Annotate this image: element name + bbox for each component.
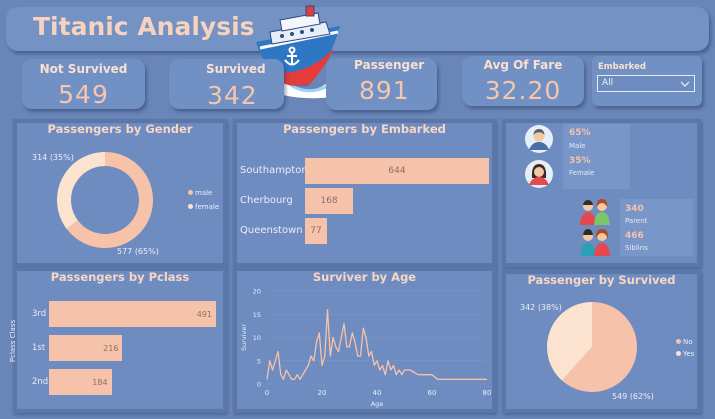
gender-legend-male: male — [188, 189, 212, 197]
male-percent: 65% — [569, 128, 591, 138]
x-tick-label: 80 — [483, 389, 492, 397]
y-tick-label: 20 — [253, 288, 261, 296]
legend-female-label: female — [195, 203, 220, 211]
male-label: Male — [569, 142, 586, 150]
slicer-label: Embarked — [598, 62, 646, 72]
legend-dot — [188, 190, 193, 195]
embarked-cat-2: Queenstown — [240, 225, 303, 236]
embarked-cat-1: Cherbourg — [240, 195, 293, 206]
pclass-value-2nd: 184 — [92, 378, 108, 387]
embarked-panel — [233, 119, 496, 267]
avg-fare-value: 32.20 — [484, 76, 562, 105]
not-survived-card: Not Survived 549 — [22, 59, 145, 109]
x-tick-label: 60 — [428, 389, 437, 397]
pclass-bar-3rd — [49, 301, 216, 327]
survived-legend-no: No — [676, 338, 693, 346]
male-avatar-icon — [525, 125, 553, 153]
survived-chart-title: Passenger by Survived — [527, 273, 676, 287]
survived-card: Survived 342 — [169, 59, 284, 110]
embarked-value-southampton: 644 — [388, 166, 406, 176]
avg-fare-card: Avg Of Fare 32.20 — [462, 56, 584, 106]
y-tick-label: 0 — [257, 381, 261, 389]
legend-dot — [676, 339, 681, 344]
gender-label-male: 577 (65%) — [117, 247, 159, 256]
female-label: Female — [569, 169, 595, 177]
passenger-label: Passenger — [354, 58, 425, 72]
chevron-down-icon — [680, 81, 690, 87]
siblings-people-icon — [580, 229, 610, 256]
passenger-card: Passenger 891 — [326, 58, 437, 110]
y-tick-label: 15 — [253, 311, 261, 319]
dropdown-selected: All — [602, 78, 614, 88]
passenger-value: 891 — [359, 76, 410, 105]
legend-dot — [188, 204, 193, 209]
pclass-value-1st: 216 — [103, 344, 119, 353]
female-percent: 35% — [569, 156, 591, 166]
embarked-value-queenstown: 77 — [310, 226, 322, 236]
x-axis-title: Age — [371, 400, 384, 408]
survived-label-no: 549 (62%) — [612, 392, 654, 401]
gender-donut-chart — [57, 152, 153, 248]
page-title: Titanic Analysis — [33, 12, 255, 41]
female-avatar-icon — [525, 160, 553, 188]
survived-legend-yes: Yes — [676, 350, 694, 358]
parent-value: 340 — [625, 204, 644, 214]
series-line-survivors — [266, 308, 487, 380]
gender-label-female: 314 (35%) — [32, 153, 74, 162]
gender-legend-female: female — [188, 203, 219, 211]
pclass-axis-title: Pclass Class — [9, 319, 18, 363]
pclass-cat-2: 2nd — [32, 377, 49, 387]
gender-chart-title: Passengers by Gender — [47, 122, 193, 136]
survived-label-yes: 342 (38%) — [520, 303, 562, 312]
not-survived-value: 549 — [58, 80, 109, 109]
embarked-slicer: Embarked All — [592, 56, 702, 106]
parent-people-icon — [580, 199, 610, 225]
embarked-value-cherbourg: 168 — [320, 196, 338, 206]
pclass-value-3rd: 491 — [196, 310, 212, 319]
siblings-value: 466 — [625, 231, 644, 241]
x-tick-label: 20 — [318, 389, 327, 397]
age-line-chart: 0 5 10 15 20 0 20 40 60 80 Age Surviver — [240, 288, 492, 409]
parent-label: Parent — [625, 217, 648, 225]
embarked-cat-0: Southampton — [240, 165, 308, 176]
age-chart-title: Surviver by Age — [312, 270, 417, 284]
y-tick-label: 5 — [257, 357, 261, 365]
legend-male-label: male — [195, 189, 213, 197]
pclass-cat-0: 3rd — [32, 309, 47, 319]
survived-pie-chart — [547, 302, 637, 392]
embarked-chart-title: Passengers by Embarked — [283, 122, 446, 136]
not-survived-label: Not Survived — [39, 62, 128, 76]
x-tick-label: 40 — [373, 389, 382, 397]
x-tick-label: 0 — [265, 389, 269, 397]
survived-value: 342 — [207, 81, 258, 110]
donut-slice-female — [57, 152, 105, 229]
legend-no-label: No — [683, 338, 693, 346]
embarked-dropdown[interactable]: All — [597, 75, 695, 92]
legend-yes-label: Yes — [683, 350, 695, 358]
y-tick-label: 10 — [253, 334, 261, 342]
pclass-cat-1: 1st — [32, 343, 46, 353]
y-axis-title: Surviver — [240, 324, 248, 351]
siblings-label: Siblins — [625, 244, 648, 252]
legend-dot — [676, 351, 681, 356]
survived-label: Survived — [206, 62, 266, 76]
pclass-chart-title: Passengers by Pclass — [50, 270, 190, 284]
avg-fare-label: Avg Of Fare — [483, 58, 563, 72]
